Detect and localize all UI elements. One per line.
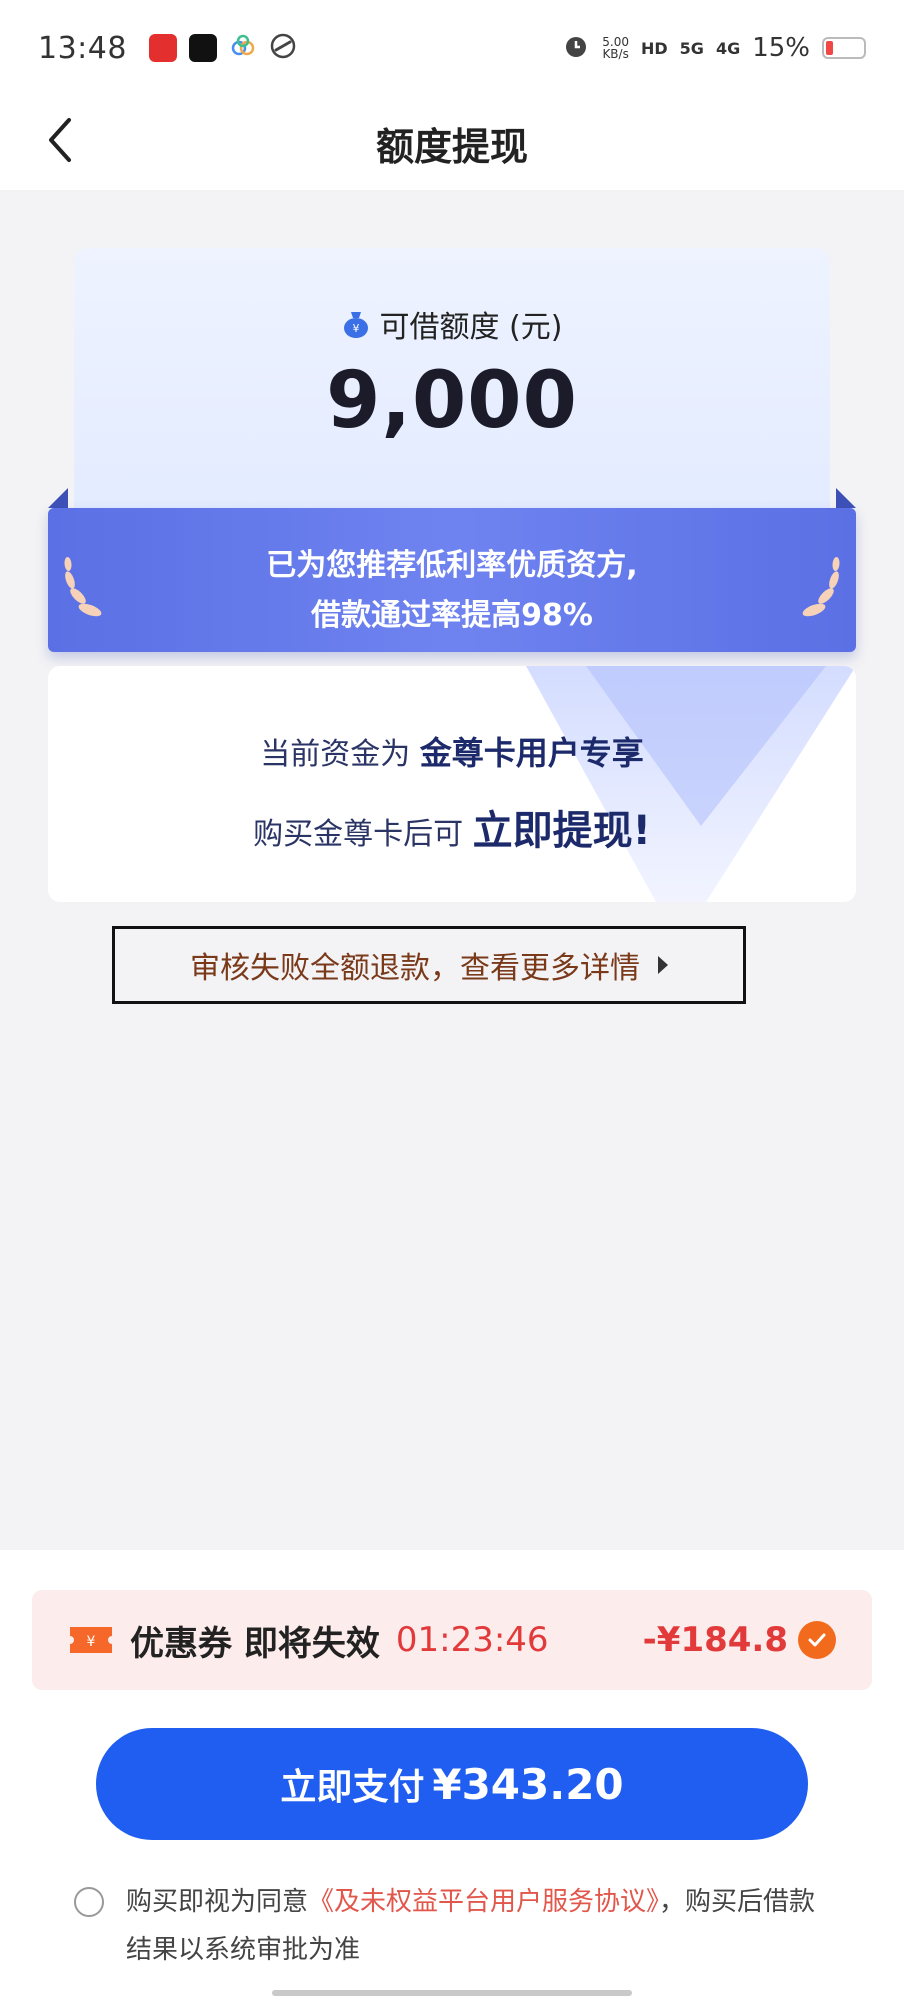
coupon-ticket-icon: ¥ (70, 1627, 112, 1653)
coupon-discount: -¥184.8 (642, 1620, 788, 1660)
pay-now-button[interactable]: 立即支付 ¥343.20 (96, 1728, 808, 1840)
vip-promo-card: 当前资金为 金尊卡用户专享 购买金尊卡后可 立即提现! (48, 666, 856, 902)
service-agreement-link[interactable]: 《及未权益平台用户服务协议》 (308, 1887, 659, 1917)
recommend-ribbon: 已为您推荐低利率优质资方, 借款通过率提高98% (48, 488, 856, 652)
hd-icon: HD (641, 38, 668, 58)
money-bag-icon: ¥ (343, 312, 368, 338)
signal-4g-icon: 4G (715, 38, 741, 58)
agreement-row: 购买即视为同意《及未权益平台用户服务协议》，购买后借款结果以系统审批为准 (74, 1878, 834, 1974)
chevron-left-icon (49, 118, 71, 162)
pay-button-label: 立即支付 (280, 1767, 425, 1808)
promo-highlight-vip: 金尊卡用户专享 (419, 734, 644, 772)
battery-percent: 15% (752, 33, 810, 63)
svg-text:¥: ¥ (352, 322, 359, 335)
page: 13:48 5.00 KB/s HD 5G 4G 15% 额度提现 ¥ 可借额度… (0, 0, 904, 2000)
net-speed: 5.00 KB/s (602, 35, 629, 61)
checkmark-icon[interactable] (798, 1621, 836, 1659)
coupon-countdown: 01:23:46 (395, 1620, 549, 1660)
battery-fill (826, 41, 833, 55)
ribbon-line-1: 已为您推荐低利率优质资方, (266, 548, 638, 583)
credit-limit-label-row: ¥ 可借额度 (元) (74, 302, 830, 346)
douyin-app-icon (188, 34, 217, 62)
pay-button-amount: ¥343.20 (432, 1759, 624, 1809)
status-indicators: 5.00 KB/s HD 5G 4G 15% (562, 32, 866, 64)
cloud-app-icon (229, 32, 257, 64)
agreement-text: 购买即视为同意《及未权益平台用户服务协议》，购买后借款结果以系统审批为准 (126, 1887, 816, 1965)
main-content: ¥ 可借额度 (元) 9,000 已为您推荐低利率优质资方, 借款通过率提高98… (0, 190, 904, 1550)
coupon-bar: ¥ 优惠券 即将失效 01:23:46 -¥184.8 (32, 1590, 872, 1690)
svg-text:¥: ¥ (87, 1634, 96, 1650)
ribbon-fold-right (836, 488, 856, 508)
alarm-icon (562, 32, 590, 64)
bottom-panel: ¥ 优惠券 即将失效 01:23:46 -¥184.8 立即支付 ¥343.20… (0, 1550, 904, 2000)
nav-header: 额度提现 (0, 96, 904, 190)
agreement-radio[interactable] (74, 1887, 104, 1917)
refund-details-link[interactable]: 审核失败全额退款，查看更多详情 (112, 926, 746, 1004)
v-shape-decoration (526, 666, 856, 902)
xiaohongshu-app-icon (148, 34, 177, 62)
promo-line-2: 购买金尊卡后可 立即提现! (253, 808, 651, 854)
caret-right-icon (658, 956, 668, 974)
credit-limit-label: 可借额度 (元) (379, 310, 563, 345)
link-app-icon (269, 32, 297, 64)
status-time: 13:48 (38, 30, 127, 66)
back-button[interactable] (30, 110, 90, 170)
refund-link-label: 审核失败全额退款，查看更多详情 (190, 951, 640, 986)
credit-limit-amount: 9,000 (326, 356, 578, 446)
status-bar: 13:48 5.00 KB/s HD 5G 4G 15% (0, 0, 904, 96)
promo-line-1: 当前资金为 金尊卡用户专享 (260, 734, 644, 772)
signal-5g-icon: 5G (679, 38, 704, 58)
battery-icon (822, 37, 866, 59)
status-app-icons (148, 32, 297, 64)
ribbon-fold-left (48, 488, 68, 508)
coupon-label: 优惠券 即将失效 (130, 1623, 380, 1664)
ribbon-line-2: 借款通过率提高98% (311, 598, 593, 633)
promo-highlight-withdraw: 立即提现! (472, 808, 651, 854)
home-indicator[interactable] (272, 1990, 632, 1996)
page-title: 额度提现 (375, 124, 528, 169)
credit-limit-card: ¥ 可借额度 (元) 9,000 (74, 248, 830, 518)
